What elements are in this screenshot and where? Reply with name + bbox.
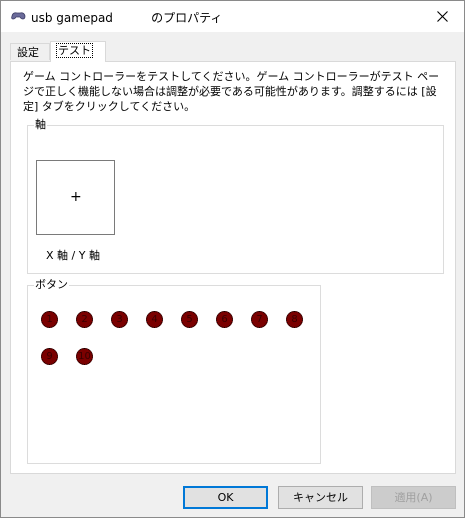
button-indicator-10: 10 (76, 348, 93, 365)
tab-settings[interactable]: 設定 (10, 43, 50, 60)
window-title: usb gamepad のプロパティ (31, 11, 223, 25)
ok-button[interactable]: OK (183, 486, 268, 509)
cancel-button[interactable]: キャンセル (278, 486, 363, 509)
xy-axis-label: X 軸 / Y 軸 (46, 249, 100, 262)
buttons-group-label: ボタン (34, 278, 69, 292)
tab-test[interactable]: テスト (50, 41, 106, 62)
tab-settings-label: 設定 (17, 46, 39, 59)
button-indicator-5: 5 (181, 311, 198, 328)
button-indicator-8: 8 (286, 311, 303, 328)
axes-group-label: 軸 (34, 118, 47, 132)
crosshair-icon: + (70, 189, 82, 205)
button-indicator-7: 7 (251, 311, 268, 328)
button-indicator-3: 3 (111, 311, 128, 328)
gamepad-icon (10, 10, 26, 25)
buttons-group: ボタン (27, 278, 321, 464)
button-indicator-2: 2 (76, 311, 93, 328)
properties-dialog: usb gamepad のプロパティ 設定 テスト ゲーム コントローラーをテス… (0, 0, 465, 518)
close-icon (437, 11, 448, 22)
apply-button[interactable]: 適用(A) (371, 486, 456, 509)
description-text: ゲーム コントローラーをテストしてください。ゲーム コントローラーがテスト ペー… (23, 70, 440, 113)
button-indicator-6: 6 (216, 311, 233, 328)
xy-axis-display: + (36, 160, 115, 235)
button-indicator-9: 9 (41, 348, 58, 365)
tab-test-label: テスト (56, 43, 93, 58)
title-bar[interactable]: usb gamepad のプロパティ (1, 1, 464, 32)
close-button[interactable] (421, 1, 464, 32)
button-indicator-1: 1 (41, 311, 58, 328)
button-indicator-4: 4 (146, 311, 163, 328)
